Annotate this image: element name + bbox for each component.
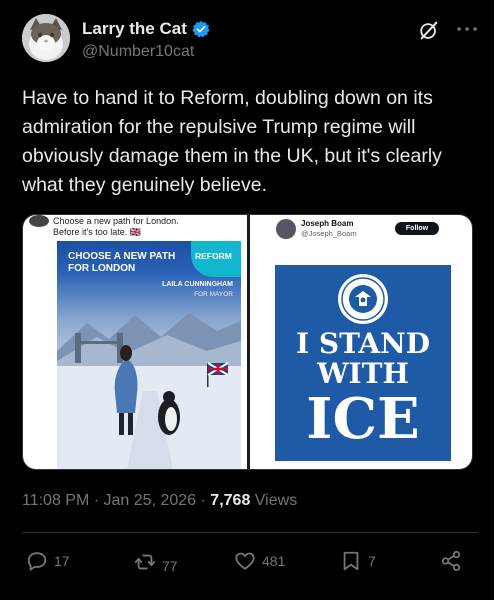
tweet-meta: 11:08 PM · Jan 25, 2026 · 7,768 Views [22, 492, 297, 510]
views-label: Views [254, 492, 298, 509]
candidate-name: LAILA CUNNINGHAM [162, 281, 233, 288]
like-button[interactable]: 481 [234, 550, 285, 572]
grok-icon[interactable] [418, 20, 440, 42]
tweet-date[interactable]: Jan 25, 2026 [104, 492, 197, 509]
reform-badge-text: REFORM [195, 251, 232, 261]
ice-panel: I STAND WITH ICE [275, 265, 451, 461]
media-image-ice-post[interactable]: Joseph Boam @Joseph_Boam Follow I STAND … [250, 215, 472, 469]
candidate-role: FOR MAYOR [194, 291, 233, 298]
like-icon [235, 552, 255, 570]
divider [22, 532, 478, 533]
joseph-avatar [276, 219, 296, 239]
tweet-time[interactable]: 11:08 PM [22, 492, 89, 509]
action-bar: 17 77 481 7 [22, 550, 478, 580]
verified-badge-icon [192, 20, 210, 38]
tweet-text: Have to hand it to Reform, doubling down… [22, 87, 442, 196]
views-count: 7,768 [210, 492, 251, 509]
bookmark-count: 7 [368, 553, 376, 569]
repost-button[interactable]: 77 [134, 550, 178, 574]
share-button[interactable] [440, 550, 462, 572]
reply-icon [27, 552, 47, 571]
ice-line-2: WITH [317, 357, 409, 390]
more-icon[interactable] [454, 18, 480, 40]
share-icon [441, 550, 461, 572]
dhs-seal-icon [338, 274, 388, 324]
joseph-name: Joseph Boam [301, 219, 354, 228]
author-avatar[interactable] [22, 14, 70, 62]
reply-button[interactable]: 17 [26, 550, 70, 572]
tweet-media[interactable]: Choose a new path for London. Before it'… [22, 214, 473, 470]
meta-separator: · [200, 492, 206, 509]
repost-icon [134, 554, 156, 570]
follow-button: Follow [395, 222, 439, 235]
poster-caption: Choose a new path for London. Before it'… [53, 216, 179, 237]
author-display-name[interactable]: Larry the Cat [82, 19, 187, 39]
caption-avatar [29, 215, 49, 227]
poster-title: CHOOSE A NEW PATH FOR LONDON [68, 251, 176, 274]
reply-count: 17 [54, 553, 70, 569]
media-image-reform-poster[interactable]: Choose a new path for London. Before it'… [23, 215, 247, 469]
author-handle[interactable]: @Number10cat [82, 43, 194, 61]
bookmark-button[interactable]: 7 [340, 550, 376, 572]
ice-line-3: ICE [306, 386, 420, 452]
ice-line-1: I STAND [296, 327, 430, 360]
tweet-header: Larry the Cat @Number10cat [22, 14, 478, 66]
joseph-handle: @Joseph_Boam [301, 229, 357, 238]
reform-poster: REFORM CHOOSE A NEW PATH FOR LONDON LAIL… [57, 241, 241, 469]
repost-count: 77 [162, 558, 178, 574]
like-count: 481 [262, 553, 286, 569]
bookmark-icon [343, 551, 359, 571]
meta-separator: · [93, 492, 100, 509]
